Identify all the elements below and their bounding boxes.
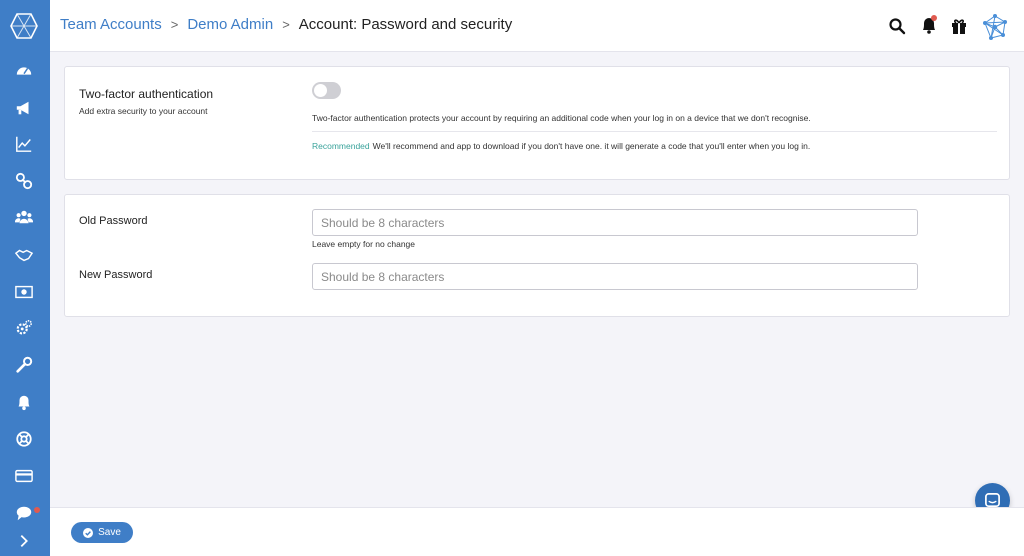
recommended-text: We'll recommend and app to download if y… — [372, 141, 811, 151]
breadcrumb-team-accounts[interactable]: Team Accounts — [60, 16, 162, 33]
users-icon[interactable] — [13, 207, 35, 227]
two-factor-card: Two-factor authentication Add extra secu… — [64, 66, 1010, 180]
top-header: Team Accounts > Demo Admin > Account: Pa… — [50, 0, 1024, 52]
breadcrumb-separator: > — [282, 17, 290, 32]
old-password-input[interactable] — [312, 209, 918, 236]
chart-line-icon[interactable] — [13, 134, 35, 154]
lifebuoy-icon[interactable] — [13, 429, 35, 449]
handshake-icon[interactable] — [13, 245, 35, 265]
gift-icon[interactable] — [950, 17, 968, 35]
chat-notification-dot — [34, 507, 40, 513]
two-factor-description: Two-factor authentication protects your … — [312, 113, 811, 123]
search-icon[interactable] — [888, 17, 906, 35]
breadcrumb: Team Accounts > Demo Admin > Account: Pa… — [60, 16, 512, 33]
password-card: Old Password Leave empty for no change N… — [64, 194, 1010, 317]
app-logo-icon[interactable] — [10, 13, 38, 39]
save-label: Save — [98, 527, 121, 538]
money-icon[interactable] — [13, 282, 35, 302]
cogs-icon[interactable] — [13, 318, 35, 338]
megaphone-icon[interactable] — [13, 98, 35, 118]
bell-icon[interactable] — [13, 392, 35, 412]
sidebar — [0, 0, 50, 556]
dashboard-icon[interactable] — [13, 61, 35, 81]
notification-badge — [931, 15, 937, 21]
two-factor-title: Two-factor authentication — [79, 87, 214, 101]
old-password-label: Old Password — [79, 215, 148, 227]
breadcrumb-separator: > — [170, 17, 179, 32]
recommended-note: Recommended We'll recommend and app to do… — [312, 141, 810, 151]
divider — [312, 131, 997, 132]
footer-bar: Save — [50, 507, 1024, 556]
link-icon[interactable] — [13, 171, 35, 191]
two-factor-toggle[interactable] — [312, 82, 341, 99]
old-password-hint: Leave empty for no change — [312, 239, 416, 249]
recommended-label: Recommended — [312, 141, 370, 151]
chat-icon[interactable] — [13, 503, 35, 523]
breadcrumb-demo-admin[interactable]: Demo Admin — [187, 16, 273, 33]
check-circle-icon — [83, 527, 94, 538]
save-button[interactable]: Save — [71, 522, 133, 543]
page-title: Account: Password and security — [298, 16, 513, 33]
new-password-input[interactable] — [312, 263, 918, 290]
chevron-right-icon[interactable] — [13, 531, 35, 551]
credit-card-icon[interactable] — [13, 466, 35, 486]
toggle-knob — [314, 84, 327, 97]
network-avatar-icon[interactable] — [981, 13, 1009, 41]
wrench-icon[interactable] — [13, 355, 35, 375]
new-password-label: New Password — [79, 269, 153, 281]
two-factor-subtitle: Add extra security to your account — [79, 106, 208, 116]
